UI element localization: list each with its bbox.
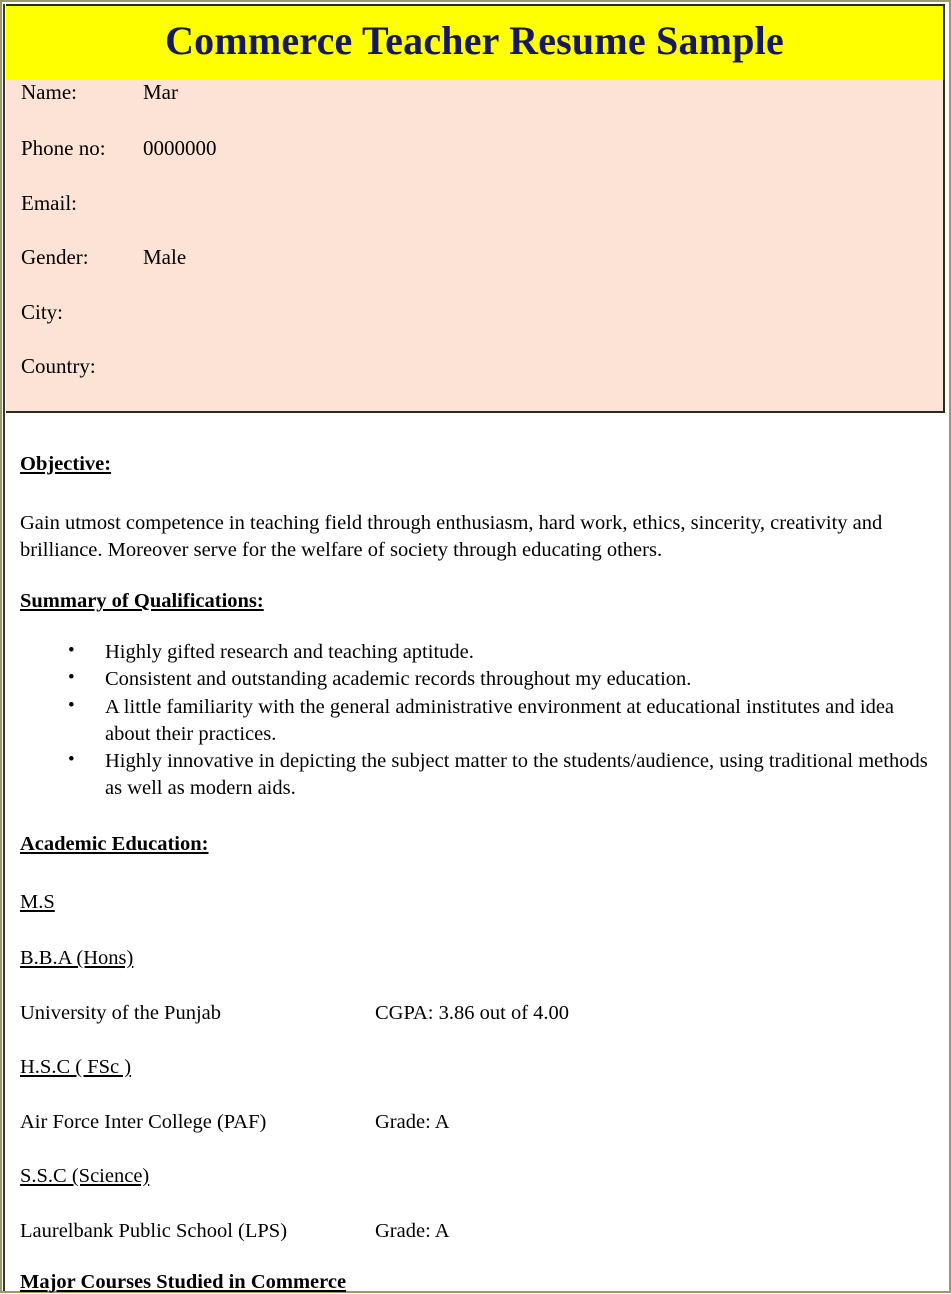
education-school: University of the Punjab — [20, 1003, 375, 1024]
info-label-name: Name: — [21, 82, 143, 103]
education-degree: H.S.C ( FSc ) — [20, 1057, 131, 1078]
education-entry-ms: M.S — [20, 892, 934, 913]
info-value-phone: 0000000 — [143, 138, 217, 159]
personal-info-table: Name: Mar Phone no: 0000000 Email: Gende… — [6, 80, 943, 411]
header-info-block: Commerce Teacher Resume Sample Name: Mar… — [6, 4, 945, 413]
resume-page: Commerce Teacher Resume Sample Name: Mar… — [0, 0, 951, 1293]
courses-section: Major Courses Studied in Commerce — [20, 1271, 934, 1294]
objective-heading: Objective: — [20, 453, 111, 476]
education-result: Grade: A — [375, 1221, 450, 1242]
education-degree: M.S — [20, 892, 55, 913]
courses-heading: Major Courses Studied in Commerce — [20, 1271, 346, 1294]
resume-body: Objective: Gain utmost competence in tea… — [5, 413, 948, 1294]
education-detail-hsc: Air Force Inter College (PAF) Grade: A — [20, 1112, 934, 1133]
info-value-gender: Male — [143, 247, 186, 268]
education-entry-ssc: S.S.C (Science) — [20, 1166, 934, 1187]
info-row-phone: Phone no: 0000000 — [6, 138, 943, 193]
info-row-city: City: — [6, 302, 943, 357]
info-label-country: Country: — [21, 356, 143, 377]
education-school: Laurelbank Public School (LPS) — [20, 1221, 375, 1242]
education-section: Academic Education: — [20, 833, 934, 856]
page-title: Commerce Teacher Resume Sample — [165, 21, 784, 61]
education-detail-bba: University of the Punjab CGPA: 3.86 out … — [20, 1003, 934, 1024]
education-detail-ssc: Laurelbank Public School (LPS) Grade: A — [20, 1221, 934, 1242]
objective-section: Objective: — [20, 453, 934, 476]
info-row-email: Email: — [6, 193, 943, 248]
education-school: Air Force Inter College (PAF) — [20, 1112, 375, 1133]
education-heading: Academic Education: — [20, 833, 208, 856]
list-item: A little familiarity with the general ad… — [20, 694, 934, 749]
education-degree: B.B.A (Hons) — [20, 948, 133, 969]
info-label-city: City: — [21, 302, 143, 323]
info-label-phone: Phone no: — [21, 138, 143, 159]
list-item: Consistent and outstanding academic reco… — [20, 666, 934, 693]
education-entry-bba: B.B.A (Hons) — [20, 948, 934, 969]
summary-heading: Summary of Qualifications: — [20, 590, 264, 613]
info-row-gender: Gender: Male — [6, 247, 943, 302]
list-item: Highly innovative in depicting the subje… — [20, 748, 934, 803]
info-row-country: Country: — [6, 356, 943, 411]
summary-section: Summary of Qualifications: — [20, 590, 934, 613]
education-result: Grade: A — [375, 1112, 450, 1133]
info-value-name: Mar — [143, 82, 178, 103]
education-degree: S.S.C (Science) — [20, 1166, 149, 1187]
info-label-gender: Gender: — [21, 247, 143, 268]
education-entry-hsc: H.S.C ( FSc ) — [20, 1057, 934, 1078]
list-item: Highly gifted research and teaching apti… — [20, 639, 934, 666]
summary-bullet-list: Highly gifted research and teaching apti… — [20, 639, 934, 803]
objective-text: Gain utmost competence in teaching field… — [20, 510, 934, 565]
info-label-email: Email: — [21, 193, 143, 214]
title-banner: Commerce Teacher Resume Sample — [6, 6, 943, 80]
page-inner-frame: Commerce Teacher Resume Sample Name: Mar… — [3, 4, 948, 1291]
info-row-name: Name: Mar — [6, 80, 943, 138]
education-result: CGPA: 3.86 out of 4.00 — [375, 1003, 569, 1024]
